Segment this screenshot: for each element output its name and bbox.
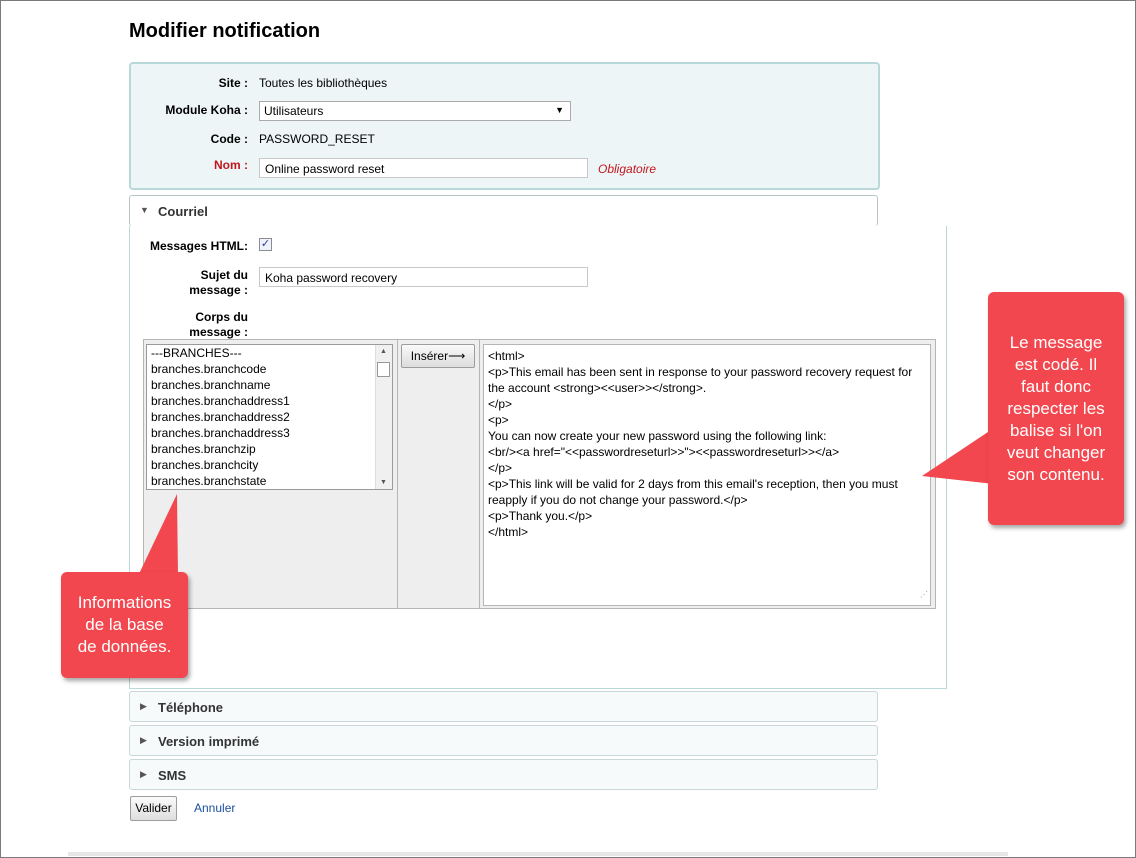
courriel-title: Courriel <box>158 204 208 219</box>
list-item[interactable]: branches.branchaddress3 <box>147 425 392 441</box>
required-note: Obligatoire <box>598 162 657 176</box>
list-item[interactable]: branches.branchaddress2 <box>147 409 392 425</box>
callout-line: balise si l'on <box>1009 421 1103 440</box>
body-line: <html> <box>488 349 525 363</box>
submit-button[interactable]: Valider <box>130 796 177 821</box>
cancel-link[interactable]: Annuler <box>194 801 235 815</box>
callout-line: est codé. Il <box>1014 355 1098 374</box>
site-value: Toutes les bibliothèques <box>259 76 388 90</box>
callout-pointer <box>922 428 994 484</box>
callout-line: veut changer <box>1006 443 1106 462</box>
page-title: Modifier notification <box>129 20 321 42</box>
html-messages-label: Messages HTML: <box>149 239 248 253</box>
callout-left: Informations de la base de données. <box>61 572 188 678</box>
subject-label-line2: message : <box>189 283 248 297</box>
editor-divider <box>397 340 398 608</box>
html-checkbox[interactable]: ✓ <box>259 238 272 251</box>
sms-title: SMS <box>158 768 187 783</box>
message-body-textarea[interactable]: <html> <p>This email has been sent in re… <box>483 344 931 606</box>
list-item[interactable]: branches.branchaddress1 <box>147 393 392 409</box>
nom-input[interactable]: Online password reset <box>259 158 588 178</box>
telephone-title: Téléphone <box>158 700 224 715</box>
callout-line: faut donc <box>1021 377 1091 396</box>
callout-line: Le message <box>1009 333 1103 352</box>
list-item[interactable]: branches.branchstate <box>147 473 392 489</box>
code-label: Code : <box>210 132 248 146</box>
body-label-line2: message : <box>189 325 248 339</box>
list-scrollbar[interactable]: ▲ ▼ <box>375 345 392 489</box>
nom-label: Nom : <box>214 158 248 172</box>
body-line: You can now create your new password usi… <box>488 429 827 443</box>
list-item[interactable]: branches.branchname <box>147 377 392 393</box>
body-line: <p>This email has been sent in response … <box>488 365 913 379</box>
subject-input[interactable]: Koha password recovery <box>259 267 588 287</box>
callout-pointer <box>138 494 178 576</box>
callout-line: de données. <box>77 637 172 656</box>
callout-line: respecter les <box>1007 399 1105 418</box>
module-label: Module Koha : <box>165 103 248 117</box>
footer-divider <box>68 852 1008 856</box>
body-line: </p> <box>488 397 513 411</box>
body-line: the account <strong><<user>></strong>. <box>488 381 707 395</box>
module-selected-value: Utilisateurs <box>264 104 324 118</box>
body-line: <p>Thank you.</p> <box>488 509 593 523</box>
expanded-triangle-icon: ▼ <box>140 205 149 215</box>
sms-panel-header[interactable]: ▶ SMS <box>129 759 878 790</box>
subject-label-line1: Sujet du <box>200 268 248 282</box>
body-line: <br/><a href="<<passwordreseturl>>"><<pa… <box>488 445 840 459</box>
module-select[interactable]: Utilisateurs ▼ <box>259 101 571 121</box>
body-line: <p>This link will be valid for 2 days fr… <box>488 477 898 491</box>
collapsed-triangle-icon: ▶ <box>140 735 147 745</box>
callout-line: son contenu. <box>1007 465 1105 484</box>
insert-button[interactable]: Insérer⟶ <box>401 344 475 368</box>
body-line: </html> <box>488 525 529 539</box>
scroll-down-icon[interactable]: ▼ <box>380 479 387 486</box>
body-line: reapply if you do not change your passwo… <box>488 493 748 507</box>
list-item[interactable]: ---BRANCHES--- <box>147 345 392 361</box>
body-line: <p> <box>488 413 509 427</box>
scroll-up-icon[interactable]: ▲ <box>380 348 387 355</box>
editor-divider <box>479 340 480 608</box>
body-label-line1: Corps du <box>195 310 248 324</box>
list-item[interactable]: branches.branchcode <box>147 361 392 377</box>
callout-line: de la base <box>85 615 164 634</box>
print-panel-header[interactable]: ▶ Version imprimé <box>129 725 878 756</box>
callout-right: Le message est codé. Il faut donc respec… <box>988 292 1124 525</box>
site-label: Site : <box>218 76 248 90</box>
list-item[interactable]: branches.branchzip <box>147 441 392 457</box>
scroll-thumb[interactable] <box>377 362 390 377</box>
database-fields-list[interactable]: ---BRANCHES--- branches.branchcode branc… <box>146 344 393 490</box>
collapsed-triangle-icon: ▶ <box>140 769 147 779</box>
callout-line: Informations <box>77 593 172 612</box>
code-value: PASSWORD_RESET <box>259 132 375 146</box>
resize-grip-icon[interactable]: ⋰ <box>920 587 928 603</box>
list-item[interactable]: branches.branchcity <box>147 457 392 473</box>
print-title: Version imprimé <box>158 734 260 749</box>
collapsed-triangle-icon: ▶ <box>140 701 147 711</box>
courriel-panel-header[interactable]: ▼ Courriel <box>129 195 878 226</box>
chevron-down-icon: ▼ <box>555 105 564 115</box>
body-line: </p> <box>488 461 513 475</box>
telephone-panel-header[interactable]: ▶ Téléphone <box>129 691 878 722</box>
